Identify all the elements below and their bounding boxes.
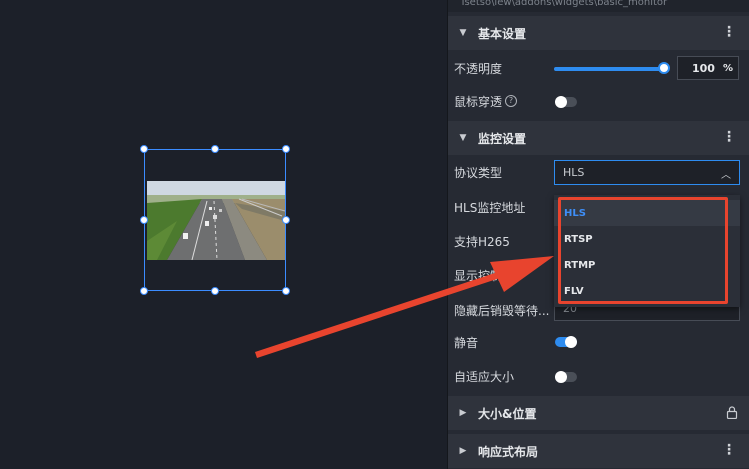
section-title: 监控设置	[478, 131, 527, 146]
opacity-value: 100	[692, 61, 715, 75]
more-options-icon[interactable]: ⋮	[722, 130, 736, 144]
opacity-slider-fill	[554, 67, 664, 71]
expand-arrow-icon: ▶	[459, 446, 467, 456]
mouse-through-label: 鼠标穿透	[454, 94, 503, 109]
more-options-icon[interactable]: ⋮	[722, 25, 736, 39]
opacity-slider-knob[interactable]	[658, 62, 670, 74]
mute-label: 静音	[454, 335, 479, 350]
show-controls-label: 显示控制条	[454, 268, 515, 283]
section-title: 大小&位置	[478, 406, 537, 421]
mute-toggle[interactable]	[555, 336, 577, 348]
section-title: 响应式布局	[478, 444, 539, 459]
toggle-knob	[555, 371, 567, 383]
section-responsive-layout[interactable]: ▶ 响应式布局 ⋮	[448, 434, 749, 468]
expand-arrow-icon: ▶	[459, 408, 467, 418]
resize-handle-bottom-right[interactable]	[282, 287, 290, 295]
property-panel: Tsetso\iew\addons\widgets\basic_monitor …	[447, 0, 749, 469]
toggle-knob	[565, 336, 577, 348]
section-title: 基本设置	[478, 26, 527, 41]
lock-icon[interactable]	[726, 406, 738, 422]
mouse-through-row: 鼠标穿透 ?	[448, 86, 749, 116]
autosize-label: 自适应大小	[454, 369, 515, 384]
chevron-up-icon: ︿	[721, 170, 731, 181]
more-options-icon[interactable]: ⋮	[722, 443, 736, 457]
highlight-box	[558, 197, 728, 304]
resize-handle-left[interactable]	[140, 216, 148, 224]
editor-canvas[interactable]	[0, 0, 447, 469]
mute-row: 静音	[448, 327, 749, 357]
widget-path: Tsetso\iew\addons\widgets\basic_monitor	[448, 0, 749, 12]
resize-handle-bottom[interactable]	[211, 287, 219, 295]
protocol-select[interactable]: HLS ︿	[554, 160, 740, 185]
monitor-preview-image	[147, 181, 285, 260]
collapse-arrow-icon: ▼	[459, 133, 467, 143]
resize-handle-bottom-left[interactable]	[140, 287, 148, 295]
opacity-unit: %	[722, 62, 733, 74]
opacity-label: 不透明度	[454, 61, 503, 76]
selected-monitor-widget[interactable]	[140, 145, 290, 295]
resize-handle-top-right[interactable]	[282, 145, 290, 153]
autosize-toggle[interactable]	[555, 371, 577, 383]
hide-wait-label: 隐藏后销毁等待...	[454, 303, 550, 318]
section-basic-settings[interactable]: ▼ 基本设置 ⋮	[448, 16, 749, 50]
section-size-position[interactable]: ▶ 大小&位置	[448, 396, 749, 430]
opacity-input[interactable]: 100 %	[677, 56, 739, 80]
protocol-selected-value: HLS	[563, 166, 585, 179]
toggle-knob	[555, 96, 567, 108]
hls-url-label: HLS监控地址	[454, 200, 526, 215]
help-icon[interactable]: ?	[505, 95, 518, 107]
mouse-through-toggle[interactable]	[555, 96, 577, 108]
h265-label: 支持H265	[454, 234, 510, 249]
section-monitor-settings[interactable]: ▼ 监控设置 ⋮	[448, 121, 749, 155]
resize-handle-right[interactable]	[282, 216, 290, 224]
collapse-arrow-icon: ▼	[459, 28, 467, 38]
opacity-slider[interactable]	[554, 67, 664, 71]
autosize-row: 自适应大小	[448, 361, 749, 391]
resize-handle-top-left[interactable]	[140, 145, 148, 153]
resize-handle-top[interactable]	[211, 145, 219, 153]
protocol-label: 协议类型	[454, 165, 503, 180]
hide-wait-row: 隐藏后销毁等待...	[448, 295, 553, 325]
